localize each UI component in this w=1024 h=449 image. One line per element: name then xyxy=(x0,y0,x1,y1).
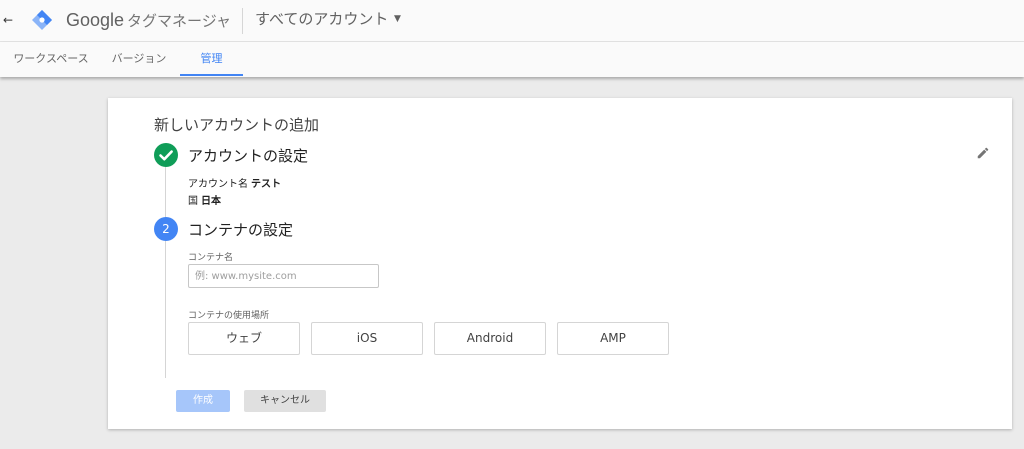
brand-product: タグマネージャ xyxy=(127,12,231,30)
platform-ios-button[interactable]: iOS xyxy=(311,322,423,355)
country-detail: 国日本 xyxy=(188,192,221,207)
top-app-bar: ← Google タグマネージャ すべてのアカウント ▼ xyxy=(0,0,1024,42)
container-name-label: コンテナ名 xyxy=(188,253,234,263)
create-button[interactable]: 作成 xyxy=(176,390,230,412)
header-divider xyxy=(242,8,243,34)
pencil-icon[interactable] xyxy=(976,146,990,160)
cancel-button[interactable]: キャンセル xyxy=(244,390,326,412)
brand-google: Google xyxy=(66,10,125,30)
tab-workspace[interactable]: ワークスペース xyxy=(8,42,94,76)
account-name-label: アカウント名 xyxy=(188,179,248,190)
account-name-detail: アカウント名 テスト xyxy=(188,175,281,190)
caret-down-icon: ▼ xyxy=(394,14,401,24)
tab-versions[interactable]: バージョン xyxy=(104,42,174,76)
stepper-line xyxy=(165,166,166,378)
container-name-input[interactable] xyxy=(188,264,379,288)
country-label: 国 xyxy=(188,196,198,207)
platform-android-button[interactable]: Android xyxy=(434,322,546,355)
account-selector-label: すべてのアカウント xyxy=(255,10,389,28)
step2-title: コンテナの設定 xyxy=(188,221,294,239)
step1-title: アカウントの設定 xyxy=(188,147,309,165)
platform-amp-button[interactable]: AMP xyxy=(557,322,669,355)
product-name: Google タグマネージャ xyxy=(66,9,231,33)
country-value: 日本 xyxy=(201,196,221,207)
container-usage-label: コンテナの使用場所 xyxy=(188,311,270,321)
step2-number-icon: 2 xyxy=(154,217,178,241)
tab-bar: ワークスペース バージョン 管理 xyxy=(0,42,1024,77)
tag-manager-logo-icon xyxy=(32,10,52,30)
tab-admin[interactable]: 管理 xyxy=(180,42,243,76)
page-title: 新しいアカウントの追加 xyxy=(154,116,320,134)
check-circle-icon xyxy=(154,143,178,167)
arrow-left-icon[interactable]: ← xyxy=(0,10,16,30)
platform-web-button[interactable]: ウェブ xyxy=(188,322,300,355)
account-name-value: テスト xyxy=(251,179,281,190)
new-account-card: 新しいアカウントの追加 アカウントの設定 アカウント名 テスト 国日本 2 コンテ… xyxy=(108,98,1012,429)
account-selector[interactable]: すべてのアカウント ▼ xyxy=(255,8,401,32)
